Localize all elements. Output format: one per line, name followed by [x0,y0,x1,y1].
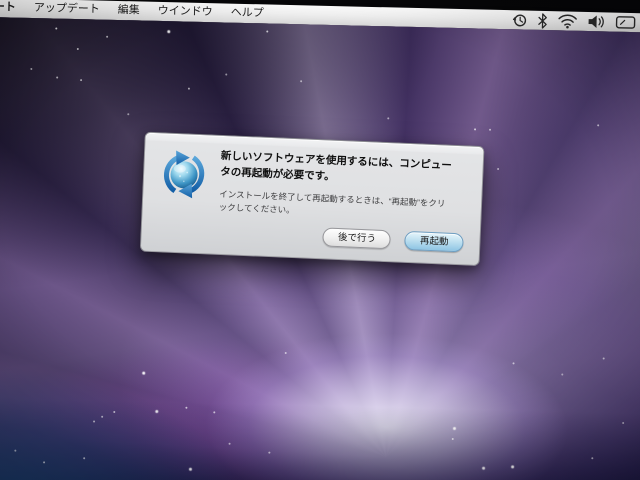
time-machine-icon[interactable] [511,12,527,28]
menu-help[interactable]: ヘルプ [221,3,272,23]
volume-icon[interactable] [587,14,605,29]
app-menu-partial[interactable]: ート [0,0,25,18]
dialog-title: 新しいソフトウェアを使用するには、コンピュータの再起動が必要です。 [219,149,452,183]
desktop-wallpaper: 新しいソフトウェアを使用するには、コンピュータの再起動が必要です。 インストール… [0,16,640,480]
dialog-message: インストールを終了して再起動するときは、“再起動”をクリックしてください。 [218,188,446,215]
bluetooth-icon[interactable] [537,12,547,29]
menu-update[interactable]: アップデート [25,0,109,20]
menu-edit[interactable]: 編集 [109,1,149,21]
software-update-icon [157,147,211,201]
restart-button[interactable]: 再起動 [404,230,464,253]
photographed-monitor: ート アップデート 編集 ウインドウ ヘルプ 新しいソフトウェアを使用するには、… [0,0,640,480]
input-menu-icon[interactable] [615,15,636,30]
dialog-button-row: 後で行う 再起動 [155,220,466,253]
menu-window[interactable]: ウインドウ [149,2,222,23]
screen: ート アップデート 編集 ウインドウ ヘルプ 新しいソフトウェアを使用するには、… [0,0,640,480]
later-button[interactable]: 後で行う [322,227,392,250]
wifi-icon[interactable] [557,13,577,29]
software-update-dialog: 新しいソフトウェアを使用するには、コンピュータの再起動が必要です。 インストール… [139,131,485,266]
